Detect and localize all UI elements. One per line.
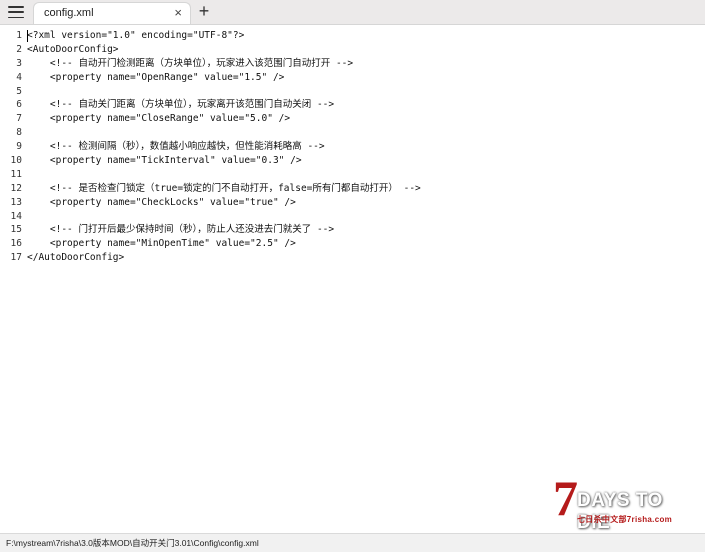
- code-line[interactable]: <property name="TickInterval" value="0.3…: [27, 154, 421, 168]
- line-number: 15: [10, 224, 22, 236]
- text-editor[interactable]: 1 2 3 4 5 6 7 8 9 10 11 12 13 14 15 16 17 <?xml version=…: [0, 25, 705, 532]
- line-number: 13: [10, 196, 22, 208]
- code-area[interactable]: <?xml version="1.0" encoding="UTF-8"?> <A…: [27, 29, 421, 265]
- line-number: 2: [16, 43, 22, 55]
- watermark-number: 7: [553, 470, 578, 526]
- hamburger-menu-icon[interactable]: [7, 4, 25, 20]
- line-number: 10: [10, 155, 22, 167]
- line-number: 14: [10, 210, 22, 222]
- watermark-logo: 7 DAYS TO DIE 七日杀中文部7risha.com: [553, 472, 698, 533]
- title-bar: config.xml × +: [0, 0, 705, 25]
- status-bar: F:\mystream\7risha\3.0版本MOD\自动开关门3.01\Co…: [0, 533, 705, 552]
- code-line[interactable]: <property name="MinOpenTime" value="2.5"…: [27, 237, 421, 251]
- line-number: 12: [10, 182, 22, 194]
- code-line[interactable]: <property name="CheckLocks" value="true"…: [27, 196, 421, 210]
- close-icon[interactable]: ×: [174, 5, 182, 21]
- code-line[interactable]: <property name="OpenRange" value="1.5" /…: [27, 71, 421, 85]
- line-number: 11: [10, 168, 22, 180]
- menu-bar-line: [8, 16, 24, 18]
- line-number: 8: [16, 127, 22, 139]
- line-number: 5: [16, 85, 22, 97]
- code-line[interactable]: [27, 168, 421, 182]
- code-line[interactable]: <!-- 门打开后最少保持时间（秒），防止人还没进去门就关了 -->: [27, 223, 421, 237]
- code-line[interactable]: <!-- 检测间隔（秒），数值越小响应越快，但性能消耗略高 -->: [27, 140, 421, 154]
- code-line[interactable]: [27, 85, 421, 99]
- file-path: F:\mystream\7risha\3.0版本MOD\自动开关门3.01\Co…: [6, 538, 259, 548]
- line-number: 6: [16, 99, 22, 111]
- code-line[interactable]: <!-- 是否检查门锁定（true=锁定的门不自动打开，false=所有门都自动…: [27, 182, 421, 196]
- line-number-gutter: 1 2 3 4 5 6 7 8 9 10 11 12 13 14 15 16 17: [0, 29, 22, 265]
- line-number: 9: [16, 141, 22, 153]
- code-line[interactable]: </AutoDoorConfig>: [27, 251, 421, 265]
- code-line[interactable]: <property name="CloseRange" value="5.0" …: [27, 112, 421, 126]
- code-line[interactable]: <!-- 自动开门检测距离（方块单位），玩家进入该范围门自动打开 -->: [27, 57, 421, 71]
- line-number: 16: [10, 238, 22, 250]
- tab-title: config.xml: [44, 7, 94, 19]
- code-line[interactable]: <?xml version="1.0" encoding="UTF-8"?>: [27, 29, 421, 43]
- code-line[interactable]: [27, 210, 421, 224]
- tab-config-xml[interactable]: config.xml ×: [33, 2, 191, 24]
- watermark-subtitle: 七日杀中文部7risha.com: [577, 515, 673, 524]
- code-line[interactable]: [27, 126, 421, 140]
- text-caret: [27, 30, 28, 42]
- code-line[interactable]: <!-- 自动关门距离（方块单位），玩家离开该范围门自动关闭 -->: [27, 98, 421, 112]
- line-number: 17: [10, 252, 22, 264]
- watermark-title: DAYS TO DIE: [577, 490, 663, 533]
- line-number: 3: [16, 57, 22, 69]
- plus-icon[interactable]: +: [196, 1, 212, 21]
- menu-bar-line: [8, 6, 24, 8]
- line-number: 1: [16, 30, 22, 41]
- menu-bar-line: [8, 11, 24, 13]
- code-line[interactable]: <AutoDoorConfig>: [27, 43, 421, 57]
- line-number: 4: [16, 71, 22, 83]
- line-number: 7: [16, 113, 22, 125]
